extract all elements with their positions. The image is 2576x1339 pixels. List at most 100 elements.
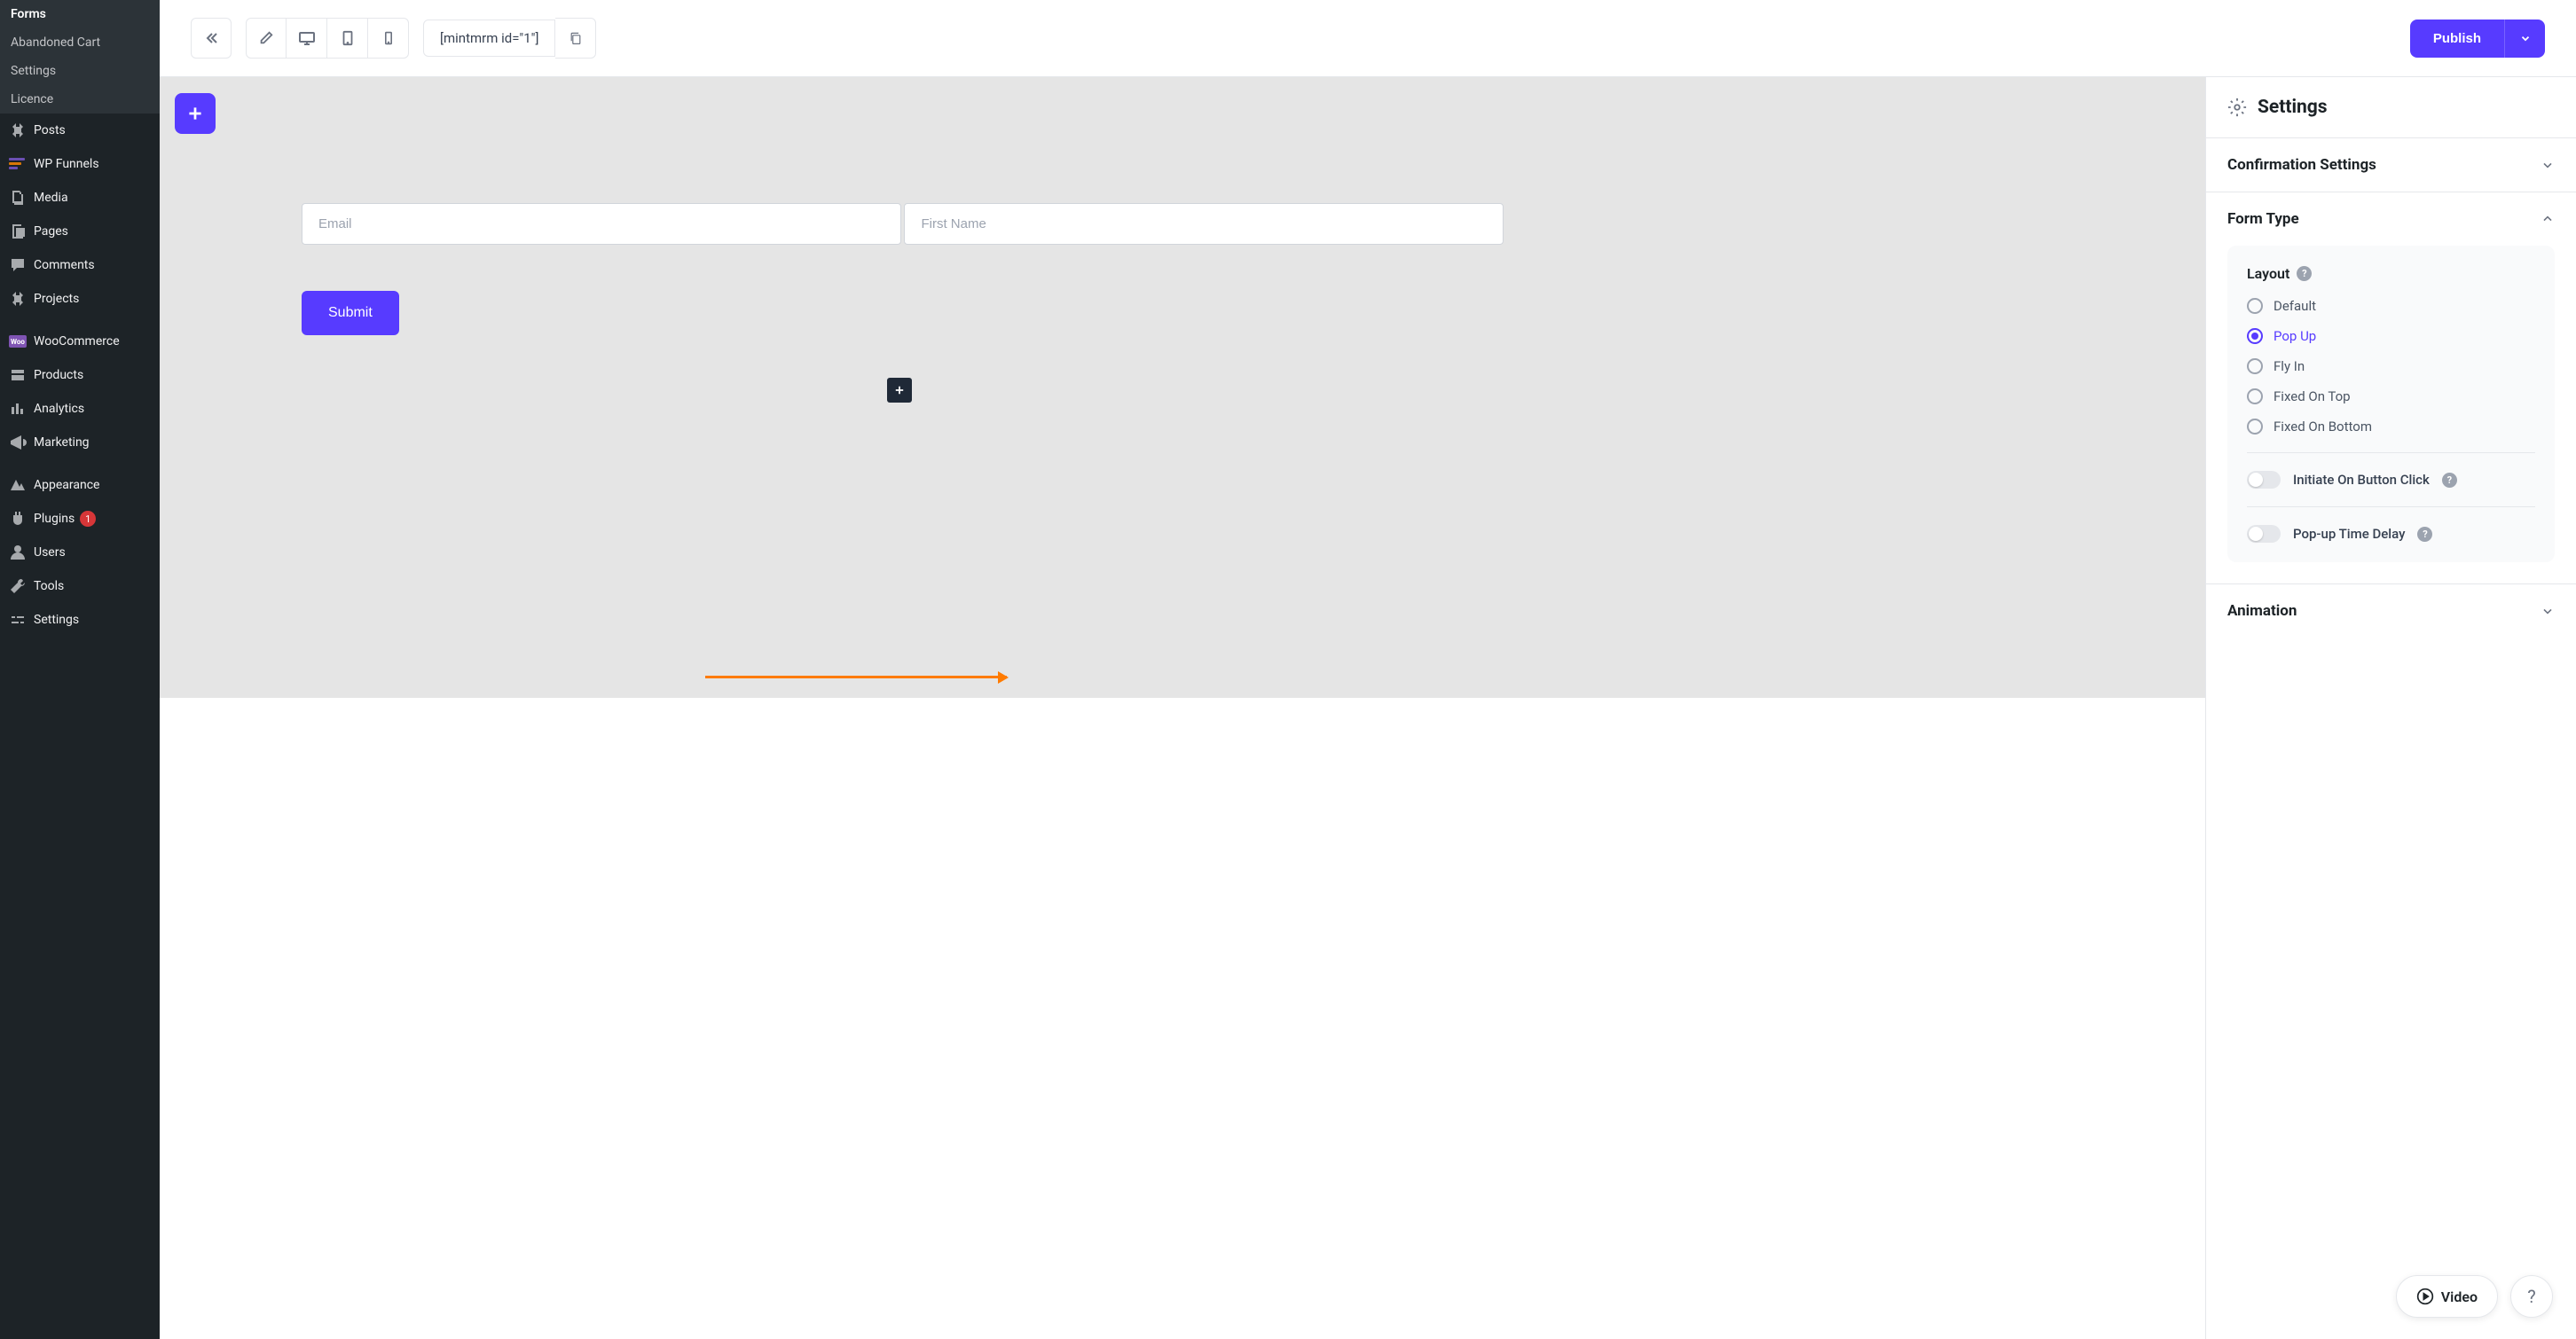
- sidebar-item-label: Marketing: [34, 435, 90, 450]
- video-label: Video: [2441, 1288, 2478, 1305]
- sidebar-item-label: Tools: [34, 579, 64, 593]
- annotation-arrow: [705, 676, 1007, 678]
- topbar: [mintmrm id="1"] Publish: [160, 0, 2576, 77]
- sidebar-sub-abandoned-cart[interactable]: Abandoned Cart: [0, 28, 160, 57]
- sidebar-item-appearance[interactable]: Appearance: [0, 468, 160, 502]
- gear-icon: [2227, 98, 2247, 117]
- sidebar-item-products[interactable]: Products: [0, 358, 160, 392]
- chevron-down-icon: [2541, 604, 2555, 618]
- sidebar-item-label: Posts: [34, 123, 66, 137]
- layout-option-fixedbottom[interactable]: Fixed On Bottom: [2247, 419, 2535, 435]
- media-icon: [9, 189, 27, 207]
- sidebar-item-label: Comments: [34, 258, 95, 272]
- shortcode-text: [mintmrm id="1"]: [423, 20, 555, 57]
- sidebar-item-label: WooCommerce: [34, 334, 120, 348]
- publish-dropdown[interactable]: [2504, 20, 2545, 58]
- canvas-wrap: Submit: [160, 77, 2205, 1339]
- sidebar-item-label: Products: [34, 368, 83, 382]
- accordion-formtype[interactable]: Form Type: [2206, 192, 2576, 246]
- plugins-badge: 1: [80, 511, 96, 527]
- sidebar-item-wpfunnels[interactable]: WP Funnels: [0, 147, 160, 181]
- sidebar-item-analytics[interactable]: Analytics: [0, 392, 160, 426]
- first-name-field[interactable]: [904, 203, 1504, 245]
- radio-label: Default: [2274, 298, 2316, 314]
- sidebar-item-pages[interactable]: Pages: [0, 215, 160, 248]
- settings-panel: Settings Confirmation Settings Form Type: [2205, 77, 2576, 1339]
- add-block-bottom-button[interactable]: [887, 378, 912, 403]
- sidebar-item-media[interactable]: Media: [0, 181, 160, 215]
- woo-icon: Woo: [9, 333, 27, 350]
- sidebar-sub-licence[interactable]: Licence: [0, 85, 160, 114]
- mobile-button[interactable]: [368, 18, 409, 59]
- play-icon: [2416, 1288, 2434, 1305]
- settings-icon: [9, 611, 27, 629]
- sidebar-item-marketing[interactable]: Marketing: [0, 426, 160, 459]
- layout-option-default[interactable]: Default: [2247, 298, 2535, 314]
- accordion-confirmation[interactable]: Confirmation Settings: [2206, 138, 2576, 192]
- sidebar-sub-settings[interactable]: Settings: [0, 57, 160, 85]
- publish-group: Publish: [2410, 20, 2545, 58]
- comments-icon: [9, 256, 27, 274]
- accordion-title: Animation: [2227, 602, 2297, 620]
- chevron-down-icon: [2541, 158, 2555, 172]
- submit-button[interactable]: Submit: [302, 291, 399, 335]
- help-icon[interactable]: ?: [2442, 473, 2457, 488]
- analytics-icon: [9, 400, 27, 418]
- tablet-button[interactable]: [327, 18, 368, 59]
- delay-label: Pop-up Time Delay: [2293, 526, 2405, 542]
- sidebar-item-tools[interactable]: Tools: [0, 569, 160, 603]
- initiate-toggle[interactable]: [2247, 471, 2281, 489]
- pin-icon: [9, 121, 27, 139]
- sidebar-item-posts[interactable]: Posts: [0, 114, 160, 147]
- delay-toggle[interactable]: [2247, 525, 2281, 543]
- publish-button[interactable]: Publish: [2410, 20, 2504, 58]
- help-icon[interactable]: ?: [2297, 266, 2312, 281]
- edit-button[interactable]: [246, 18, 287, 59]
- pages-icon: [9, 223, 27, 240]
- panel-title: Settings: [2258, 97, 2328, 118]
- sidebar-item-label: Appearance: [34, 478, 99, 492]
- add-block-button[interactable]: [175, 93, 216, 134]
- desktop-button[interactable]: [287, 18, 327, 59]
- help-icon[interactable]: ?: [2417, 527, 2432, 542]
- sidebar-item-users[interactable]: Users: [0, 536, 160, 569]
- canvas: Submit: [160, 77, 2205, 698]
- help-button[interactable]: ?: [2510, 1275, 2553, 1318]
- users-icon: [9, 544, 27, 561]
- sidebar-item-label: Settings: [34, 613, 79, 627]
- accordion-title: Confirmation Settings: [2227, 156, 2376, 174]
- sidebar-item-projects[interactable]: Projects: [0, 282, 160, 316]
- initiate-label: Initiate On Button Click: [2293, 472, 2430, 488]
- sidebar-item-label: Media: [34, 191, 68, 205]
- sidebar-item-plugins[interactable]: Plugins 1: [0, 502, 160, 536]
- accordion-title: Form Type: [2227, 210, 2299, 228]
- sidebar-item-label: Analytics: [34, 402, 84, 416]
- funnels-icon: [9, 155, 27, 173]
- accordion-animation[interactable]: Animation: [2206, 584, 2576, 638]
- layout-card: Layout ? Default Pop Up Fly In Fixed On …: [2227, 246, 2555, 562]
- back-button[interactable]: [191, 18, 232, 59]
- appearance-icon: [9, 476, 27, 494]
- sidebar-item-settings[interactable]: Settings: [0, 603, 160, 637]
- sidebar-item-label: Pages: [34, 224, 68, 239]
- sidebar-item-label: Projects: [34, 292, 79, 306]
- marketing-icon: [9, 434, 27, 451]
- layout-option-popup[interactable]: Pop Up: [2247, 328, 2535, 344]
- sidebar-item-woocommerce[interactable]: Woo WooCommerce: [0, 325, 160, 358]
- layout-option-fixedtop[interactable]: Fixed On Top: [2247, 388, 2535, 404]
- layout-option-flyin[interactable]: Fly In: [2247, 358, 2535, 374]
- admin-sidebar: Forms Abandoned Cart Settings Licence Po…: [0, 0, 160, 1339]
- plugins-icon: [9, 510, 27, 528]
- products-icon: [9, 366, 27, 384]
- email-field[interactable]: [302, 203, 901, 245]
- radio-label: Pop Up: [2274, 328, 2316, 344]
- responsive-group: [246, 18, 409, 59]
- video-help-button[interactable]: Video: [2396, 1275, 2498, 1318]
- sidebar-item-comments[interactable]: Comments: [0, 248, 160, 282]
- sidebar-sub-forms[interactable]: Forms: [0, 0, 160, 28]
- radio-label: Fixed On Top: [2274, 388, 2351, 404]
- layout-label: Layout: [2247, 265, 2289, 282]
- copy-shortcode-button[interactable]: [555, 18, 596, 59]
- tools-icon: [9, 577, 27, 595]
- sidebar-item-label: Users: [34, 545, 66, 560]
